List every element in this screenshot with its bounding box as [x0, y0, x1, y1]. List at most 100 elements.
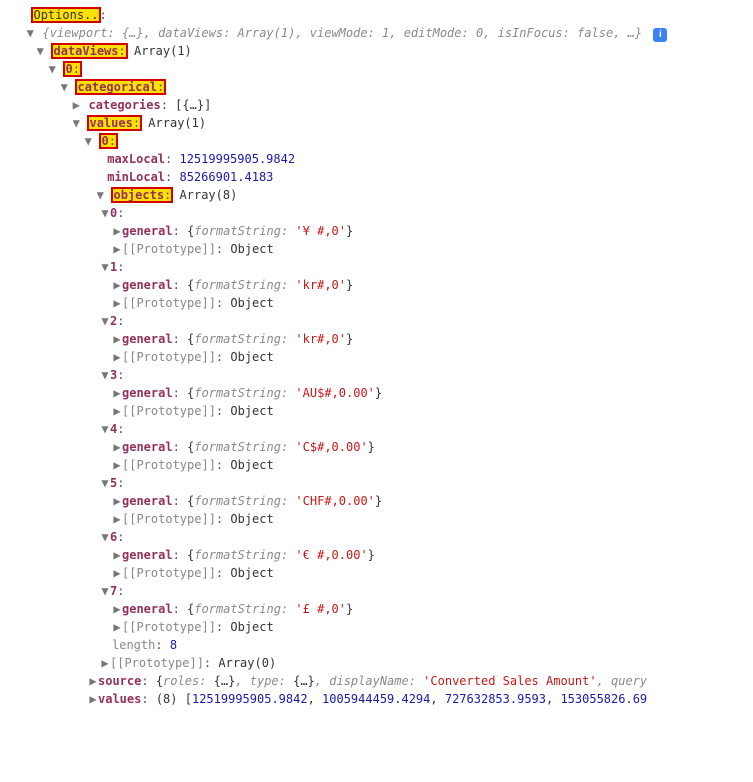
options-label[interactable]: Options..	[32, 8, 99, 22]
tw-objects[interactable]: ▼	[95, 186, 105, 204]
proto-v-1: Object	[230, 296, 273, 310]
tw-values2[interactable]: ▶	[88, 690, 98, 708]
fs-value-6: '€ #,0.00'	[295, 548, 367, 562]
type-values: Array(1)	[148, 116, 206, 130]
src-type-v: {…}	[293, 674, 315, 688]
tw-o3[interactable]: ▼	[100, 366, 110, 384]
tw-g3[interactable]: ▶	[112, 384, 122, 402]
key-general-7[interactable]: general	[122, 602, 173, 616]
v2-0: 12519995905.9842	[192, 692, 308, 706]
proto-v-objects: Array(0)	[218, 656, 276, 670]
key-source[interactable]: source	[98, 674, 141, 688]
proto-v-4: Object	[230, 458, 273, 472]
key-v0[interactable]: 0	[101, 134, 108, 148]
key-values2[interactable]: values	[98, 692, 141, 706]
tw-g7[interactable]: ▶	[112, 600, 122, 618]
tw-p6[interactable]: ▶	[112, 564, 122, 582]
src-disp-k: , displayName:	[315, 674, 423, 688]
fs-label-5: formatString:	[194, 494, 295, 508]
key-minlocal[interactable]: minLocal	[107, 170, 165, 184]
tw-p1[interactable]: ▶	[112, 294, 122, 312]
tw-proto-objects[interactable]: ▶	[100, 654, 110, 672]
v2-1: 1005944459.4294	[322, 692, 430, 706]
tw-o7[interactable]: ▼	[100, 582, 110, 600]
proto-k-1[interactable]: [[Prototype]]	[122, 296, 216, 310]
tw-dv0[interactable]: ▼	[47, 60, 57, 78]
proto-k-3[interactable]: [[Prototype]]	[122, 404, 216, 418]
tw-categorical[interactable]: ▼	[59, 78, 69, 96]
info-icon[interactable]: i	[653, 28, 667, 42]
summary-root[interactable]: {viewport: {…}, dataViews: Array(1), vie…	[42, 26, 642, 40]
key-general-5[interactable]: general	[122, 494, 173, 508]
src-roles-k: roles:	[163, 674, 214, 688]
fs-value-1: 'kr#,0'	[295, 278, 346, 292]
tw-g4[interactable]: ▶	[112, 438, 122, 456]
tw-p2[interactable]: ▶	[112, 348, 122, 366]
key-length[interactable]: length	[112, 638, 155, 652]
val-maxlocal: 12519995905.9842	[179, 152, 295, 166]
tw-g2[interactable]: ▶	[112, 330, 122, 348]
tw-p4[interactable]: ▶	[112, 456, 122, 474]
tw-g0[interactable]: ▶	[112, 222, 122, 240]
key-general-4[interactable]: general	[122, 440, 173, 454]
v2-2: 727632853.9593	[445, 692, 546, 706]
brace-close: }	[346, 224, 353, 238]
tw-p7[interactable]: ▶	[112, 618, 122, 636]
values2-count: (8)	[156, 692, 178, 706]
proto-v-2: Object	[230, 350, 273, 364]
vals-open: [	[185, 692, 192, 706]
fs-label-0: formatString:	[194, 224, 295, 238]
fs-label-1: formatString:	[194, 278, 295, 292]
key-general-3[interactable]: general	[122, 386, 173, 400]
src-tail: , query	[597, 674, 648, 688]
fs-value-0: '¥ #,0'	[295, 224, 346, 238]
key-dv0[interactable]: 0	[65, 62, 72, 76]
proto-v-0: Object	[230, 242, 273, 256]
proto-k-objects[interactable]: [[Prototype]]	[110, 656, 204, 670]
proto-k-7[interactable]: [[Prototype]]	[122, 620, 216, 634]
tw-o1[interactable]: ▼	[100, 258, 110, 276]
tw-o0[interactable]: ▼	[100, 204, 110, 222]
proto-k-5[interactable]: [[Prototype]]	[122, 512, 216, 526]
proto-k-0[interactable]: [[Prototype]]	[122, 242, 216, 256]
proto-k-4[interactable]: [[Prototype]]	[122, 458, 216, 472]
key-dataviews[interactable]: dataViews	[53, 44, 118, 58]
proto-k-2[interactable]: [[Prototype]]	[122, 350, 216, 364]
tw-o5[interactable]: ▼	[100, 474, 110, 492]
tw-o2[interactable]: ▼	[100, 312, 110, 330]
fs-label-6: formatString:	[194, 548, 295, 562]
key-objects[interactable]: objects	[113, 188, 164, 202]
tw-p5[interactable]: ▶	[112, 510, 122, 528]
key-categories[interactable]: categories	[88, 98, 160, 112]
proto-v-7: Object	[230, 620, 273, 634]
tw-p3[interactable]: ▶	[112, 402, 122, 420]
v2-3: 153055826.69	[560, 692, 647, 706]
proto-v-6: Object	[230, 566, 273, 580]
tw-g1[interactable]: ▶	[112, 276, 122, 294]
key-maxlocal[interactable]: maxLocal	[107, 152, 165, 166]
key-general-0[interactable]: general	[122, 224, 173, 238]
key-general-6[interactable]: general	[122, 548, 173, 562]
tw-g6[interactable]: ▶	[112, 546, 122, 564]
tw-p0[interactable]: ▶	[112, 240, 122, 258]
tw-v0[interactable]: ▼	[83, 132, 93, 150]
key-values[interactable]: values	[89, 116, 132, 130]
tw-o4[interactable]: ▼	[100, 420, 110, 438]
tw-dataviews[interactable]: ▼	[35, 42, 45, 60]
tw-o6[interactable]: ▼	[100, 528, 110, 546]
val-categories: [{…}]	[175, 98, 211, 112]
tw-options[interactable]	[15, 6, 25, 24]
proto-k-6[interactable]: [[Prototype]]	[122, 566, 216, 580]
src-roles-v: {…}	[214, 674, 236, 688]
key-categorical[interactable]: categorical	[77, 80, 156, 94]
key-general-1[interactable]: general	[122, 278, 173, 292]
fs-label-2: formatString:	[194, 332, 295, 346]
tw-values[interactable]: ▼	[71, 114, 81, 132]
tw-source[interactable]: ▶	[88, 672, 98, 690]
tw-categories[interactable]: ▶	[71, 96, 81, 114]
key-general-2[interactable]: general	[122, 332, 173, 346]
fs-value-7: '£ #,0'	[295, 602, 346, 616]
tw-g5[interactable]: ▶	[112, 492, 122, 510]
sep1: ,	[430, 692, 444, 706]
tw-root[interactable]: ▼	[25, 24, 35, 42]
